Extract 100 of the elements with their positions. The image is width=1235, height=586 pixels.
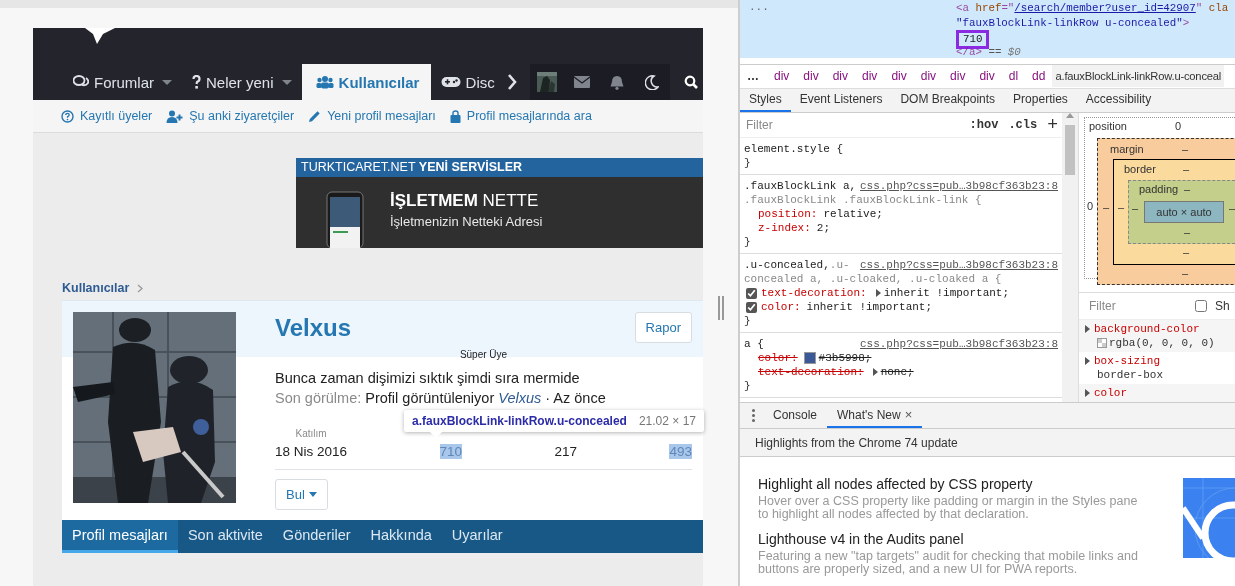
subnav-link[interactable]: Şu anki ziyaretçiler bbox=[166, 109, 295, 123]
box-value: – bbox=[1183, 246, 1190, 258]
css-value[interactable]: inherit !important; bbox=[806, 300, 933, 314]
css-declaration[interactable]: text-decoration: bbox=[758, 365, 870, 379]
chevron-right-icon bbox=[137, 283, 144, 293]
dom-breadcrumb[interactable]: div bbox=[767, 69, 797, 84]
profile-tab[interactable]: Uyarılar bbox=[441, 520, 513, 553]
computed-property[interactable]: color bbox=[1094, 386, 1127, 400]
search-icon[interactable] bbox=[683, 75, 698, 89]
nav-tab[interactable]: Kullanıcılar bbox=[301, 64, 431, 100]
panel-tab[interactable]: Properties bbox=[1004, 88, 1077, 112]
css-value[interactable]: 2; bbox=[816, 221, 830, 235]
closing-brace: } bbox=[744, 156, 751, 170]
expand-icon[interactable] bbox=[875, 289, 881, 297]
profile-tab[interactable]: Son aktivite bbox=[177, 520, 273, 553]
code-line[interactable]: </a> == $0 bbox=[956, 44, 1235, 59]
mail-icon[interactable] bbox=[574, 76, 591, 88]
stat-label: Katılım bbox=[295, 428, 327, 441]
drawer-tab[interactable]: Console bbox=[763, 403, 828, 428]
panel-tab[interactable]: Event Listeners bbox=[790, 88, 892, 112]
nav-tab[interactable]: Disc bbox=[430, 64, 495, 100]
dom-breadcrumb[interactable]: div bbox=[943, 69, 973, 84]
dom-breadcrumb[interactable]: div bbox=[825, 69, 856, 84]
css-value[interactable]: none; bbox=[880, 365, 914, 379]
property-checkbox[interactable] bbox=[746, 287, 757, 299]
stat-value[interactable]: 217 bbox=[554, 444, 577, 459]
bell-icon[interactable] bbox=[610, 74, 625, 90]
panel-tab[interactable]: DOM Breakpoints bbox=[891, 88, 1005, 112]
dom-breadcrumb[interactable]: a.fauxBlockLink-linkRow.u-conceal bbox=[1052, 65, 1225, 88]
subnav-link[interactable]: Profil mesajlarında ara bbox=[449, 109, 592, 123]
css-value[interactable]: relative; bbox=[823, 207, 883, 221]
expand-icon[interactable] bbox=[872, 368, 878, 376]
find-button[interactable]: Bul bbox=[275, 479, 328, 510]
profile-tab[interactable]: Profil mesajları bbox=[62, 520, 178, 553]
css-declaration[interactable]: color: bbox=[758, 351, 804, 365]
css-declaration[interactable]: color: bbox=[761, 300, 807, 314]
comments-icon[interactable] bbox=[73, 75, 89, 89]
question-icon[interactable] bbox=[192, 75, 201, 89]
panel-tab[interactable]: Accessibility bbox=[1076, 88, 1161, 112]
hov-toggle[interactable]: :hov bbox=[969, 118, 999, 132]
property-checkbox[interactable] bbox=[746, 301, 757, 313]
pencil-icon[interactable] bbox=[308, 109, 322, 123]
source-link[interactable]: css.php?css=pub…3b98cf363b23:8 bbox=[859, 337, 1062, 351]
nav-tab[interactable]: Neler yeni bbox=[182, 64, 302, 100]
chevron-right-icon[interactable] bbox=[507, 74, 518, 90]
breadcrumb-link[interactable]: Kullanıcılar bbox=[62, 281, 130, 295]
color-swatch[interactable] bbox=[803, 352, 816, 364]
show-all-checkbox[interactable] bbox=[1195, 300, 1207, 312]
computed-property[interactable]: background-color bbox=[1094, 322, 1200, 336]
resize-handle-icon[interactable] bbox=[717, 296, 724, 320]
css-declaration[interactable]: z-index: bbox=[758, 221, 817, 235]
news-title: Lighthouse v4 in the Audits panel bbox=[758, 531, 965, 547]
css-declaration[interactable]: position: bbox=[758, 207, 824, 221]
source-link[interactable]: css.php?css=pub…3b98cf363b23:8 bbox=[859, 179, 1062, 193]
source-link[interactable]: css.php?css=pub…3b98cf363b23:8 bbox=[859, 258, 1062, 272]
more-icon[interactable] bbox=[752, 409, 755, 422]
box-label: position bbox=[1089, 120, 1127, 132]
dom-breadcrumb[interactable]: div bbox=[913, 69, 944, 84]
subnav-link[interactable]: Yeni profil mesajları bbox=[308, 109, 436, 123]
dom-breadcrumb[interactable]: div bbox=[855, 69, 885, 84]
dom-breadcrumb[interactable]: div bbox=[884, 69, 914, 84]
gutter-ellipsis[interactable]: ... bbox=[749, 1, 769, 13]
expand-icon[interactable] bbox=[1085, 389, 1090, 397]
user-plus-icon[interactable] bbox=[166, 109, 184, 123]
report-button[interactable]: Rapor bbox=[634, 312, 692, 343]
close-button[interactable]: × bbox=[904, 407, 913, 422]
breadcrumb-ellipsis[interactable]: … bbox=[740, 69, 767, 84]
drawer-header: Highlights from the Chrome 74 update bbox=[740, 429, 1235, 457]
css-value[interactable]: inherit !important; bbox=[883, 286, 1010, 300]
ad-banner[interactable]: TURKTICARET.NET YENİ SERVİSLER İŞLETMEM NETTE İşletmenizin Netteki Adresi bbox=[296, 158, 703, 248]
profile-tab[interactable]: Gönderiler bbox=[272, 520, 361, 553]
css-declaration[interactable]: text-decoration: bbox=[761, 286, 873, 300]
expand-icon[interactable] bbox=[1085, 357, 1090, 365]
last-seen-text: Son görülme: Profil görüntüleniyor Velxus · Az önce bbox=[275, 390, 607, 406]
nav-tab[interactable]: Forumlar bbox=[63, 64, 182, 100]
dom-breadcrumb[interactable]: div bbox=[796, 69, 826, 84]
new-rule-button[interactable]: + bbox=[1047, 115, 1058, 135]
dom-breadcrumb[interactable]: div bbox=[972, 69, 1002, 84]
profile-tab[interactable]: Hakkında bbox=[360, 520, 442, 553]
scrollbar-thumb[interactable] bbox=[1065, 125, 1075, 175]
box-value: 0 bbox=[1087, 200, 1094, 212]
banner-title: İŞLETMEM NETTE bbox=[390, 191, 540, 211]
code-line[interactable]: <a href="/search/member?user_id=42907" cla bbox=[956, 1, 1235, 16]
box-value: – bbox=[1229, 202, 1235, 214]
dom-breadcrumb[interactable]: dd bbox=[1025, 69, 1053, 84]
box-value: – bbox=[1132, 202, 1139, 214]
question-circle-icon[interactable] bbox=[61, 109, 74, 123]
expand-icon[interactable] bbox=[1085, 325, 1090, 333]
code-line[interactable]: "fauxBlockLink-linkRow u-concealed"> bbox=[956, 15, 1235, 30]
moon-icon[interactable] bbox=[645, 74, 660, 90]
gamepad-icon[interactable] bbox=[440, 76, 461, 88]
computed-property[interactable]: box-sizing bbox=[1094, 354, 1160, 368]
css-value[interactable]: #3b5998; bbox=[818, 351, 872, 365]
cls-toggle[interactable]: .cls bbox=[1008, 118, 1038, 132]
subnav-link[interactable]: Kayıtlı üyeler bbox=[61, 109, 153, 123]
dom-breadcrumb[interactable]: dl bbox=[1001, 69, 1026, 84]
users-icon[interactable] bbox=[315, 75, 334, 89]
box-value: – bbox=[1182, 267, 1189, 279]
user-link[interactable]: Velxus bbox=[498, 390, 542, 406]
panel-tab[interactable]: Styles bbox=[740, 88, 791, 112]
